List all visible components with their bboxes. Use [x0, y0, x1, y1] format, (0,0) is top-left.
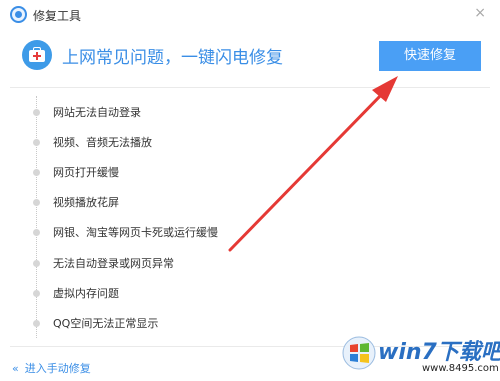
issue-item: 视频播放花屏 — [33, 196, 119, 210]
issue-item: 虚拟内存问题 — [33, 287, 119, 301]
issue-label: 网银、淘宝等网页卡死或运行缓慢 — [53, 226, 218, 239]
first-aid-kit-icon — [22, 40, 52, 70]
issue-label: 视频、音频无法播放 — [53, 136, 152, 149]
bullet-dot-icon — [33, 138, 40, 146]
watermark-brand: win7下载吧 — [378, 340, 500, 365]
app-logo-icon — [10, 6, 27, 23]
issue-item: 网银、淘宝等网页卡死或运行缓慢 — [33, 226, 218, 240]
issue-label: 网站无法自动登录 — [53, 106, 141, 119]
bullet-dot-icon — [33, 319, 40, 327]
bullet-dot-icon — [33, 289, 40, 297]
header-divider — [10, 87, 490, 88]
issue-label: QQ空间无法正常显示 — [53, 317, 159, 330]
issue-label: 虚拟内存问题 — [53, 287, 119, 300]
issue-item: 网站无法自动登录 — [33, 106, 141, 120]
windows-logo-icon — [342, 336, 376, 370]
issue-label: 无法自动登录或网页异常 — [53, 257, 174, 270]
double-chevron-left-icon: « — [12, 362, 19, 375]
bullet-dot-icon — [33, 198, 40, 206]
issue-label: 视频播放花屏 — [53, 196, 119, 209]
bullet-dot-icon — [33, 259, 40, 267]
bullet-dot-icon — [33, 228, 40, 236]
issue-label: 网页打开缓慢 — [53, 166, 119, 179]
issue-item: 无法自动登录或网页异常 — [33, 257, 174, 271]
watermark-url: www.8495.com — [422, 363, 499, 374]
issue-item: 视频、音频无法播放 — [33, 136, 152, 150]
watermark: win7下载吧 www.8495.com — [342, 330, 500, 380]
page-headline: 上网常见问题，一键闪电修复 — [62, 48, 283, 68]
title-bar: 修复工具 × — [0, 0, 500, 30]
issue-list: 网站无法自动登录 视频、音频无法播放 网页打开缓慢 视频播放花屏 网银、淘宝等网… — [33, 96, 376, 338]
manual-repair-label: 进入手动修复 — [24, 362, 91, 375]
quick-fix-button[interactable]: 快速修复 — [379, 41, 481, 71]
bullet-dot-icon — [33, 108, 40, 116]
issue-item: 网页打开缓慢 — [33, 166, 119, 180]
bullet-dot-icon — [33, 168, 40, 176]
manual-repair-link[interactable]: « 进入手动修复 — [12, 360, 91, 376]
issue-item: QQ空间无法正常显示 — [33, 317, 158, 331]
close-button[interactable]: × — [474, 5, 486, 21]
window-title: 修复工具 — [33, 9, 82, 23]
